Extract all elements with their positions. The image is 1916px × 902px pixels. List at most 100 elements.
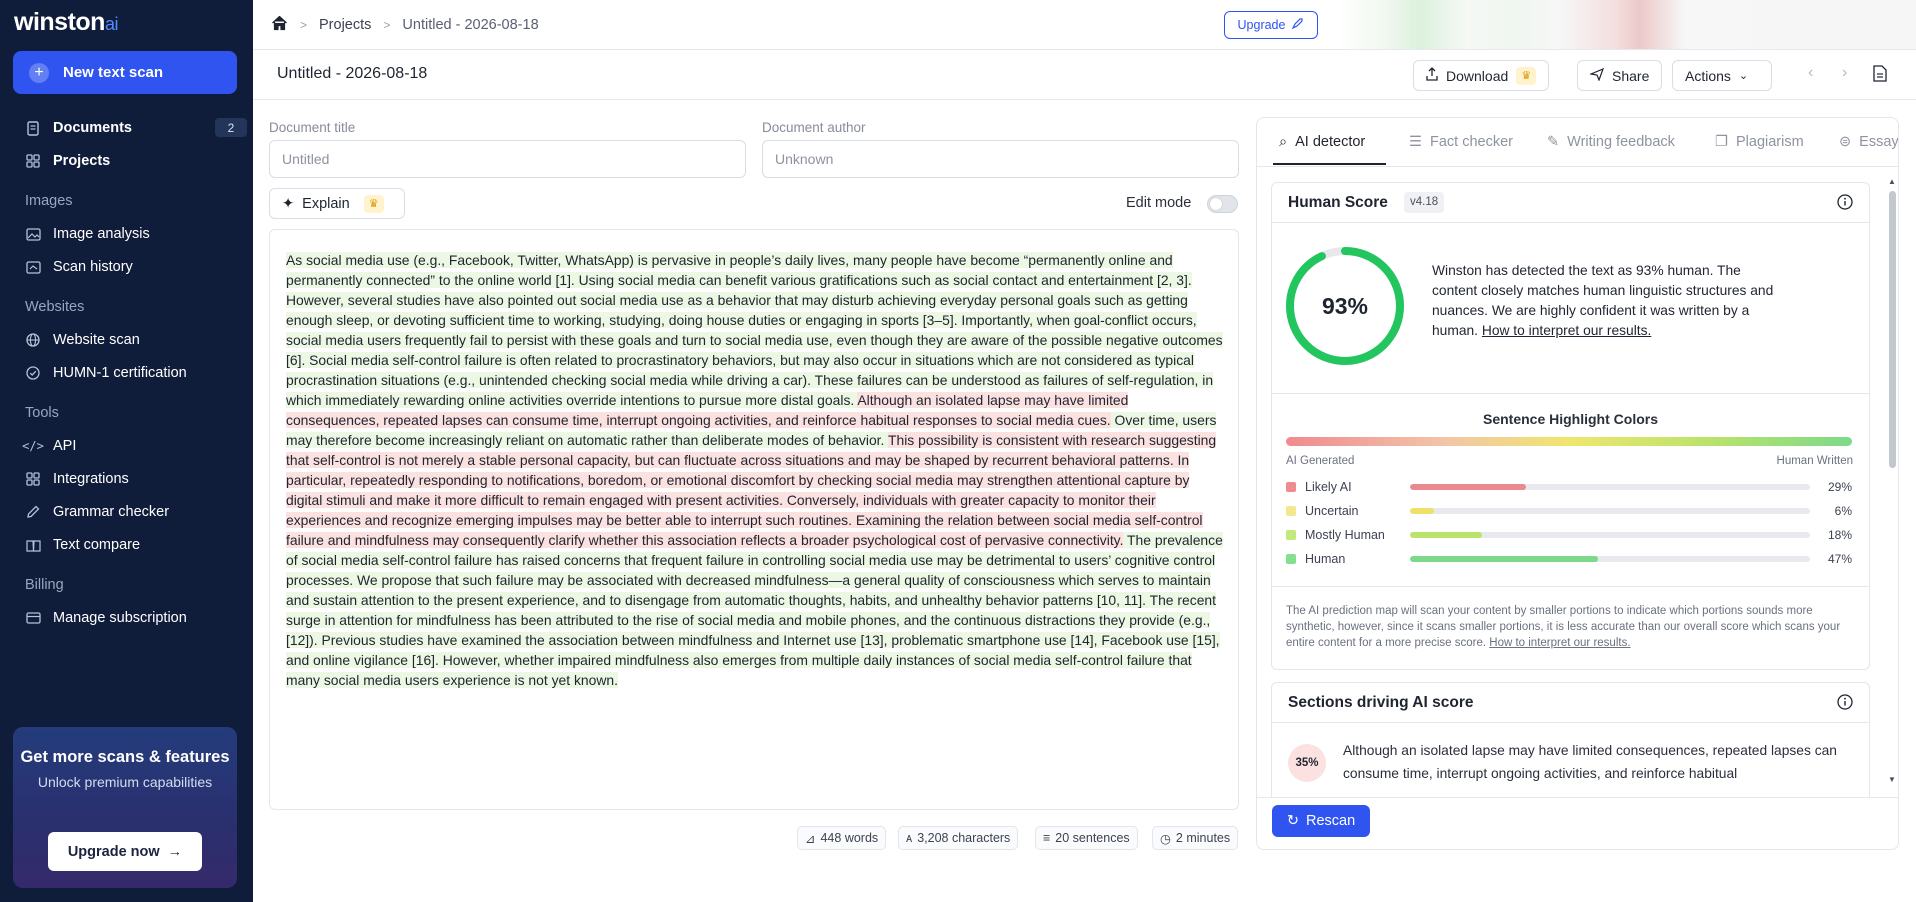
chevron-down-icon: ⌄ xyxy=(1738,70,1749,82)
highlight-label: Mostly Human xyxy=(1305,528,1385,542)
sidebar-item-text-compare[interactable]: Text compare xyxy=(25,534,140,556)
upgrade-now-button[interactable]: Upgrade now → xyxy=(48,832,202,871)
arrow-right-icon: → xyxy=(167,843,183,860)
promo-title: Get more scans & features xyxy=(20,748,230,766)
tab-label: Writing feedback xyxy=(1567,134,1675,150)
sidebar-item-image-analysis[interactable]: Image analysis xyxy=(25,223,150,245)
tab-writing-feedback[interactable]: ✎ Writing feedback xyxy=(1547,134,1675,150)
credit-card-icon xyxy=(25,610,41,626)
color-swatch xyxy=(1286,530,1296,540)
previous-arrow-icon[interactable]: ‹ xyxy=(1808,64,1813,82)
highlight-fill xyxy=(1410,532,1482,538)
new-text-scan-button[interactable]: + New text scan xyxy=(13,51,237,94)
sidebar-item-humn-certification[interactable]: HUMN-1 certification xyxy=(25,362,187,384)
highlight-label: Likely AI xyxy=(1305,480,1352,494)
upgrade-label: Upgrade xyxy=(1237,18,1286,32)
refresh-icon: ↻ xyxy=(1286,813,1299,829)
sidebar-item-label: Integrations xyxy=(53,471,129,487)
highlight-label: Uncertain xyxy=(1305,504,1359,518)
tab-plagiarism[interactable]: ❐ Plagiarism xyxy=(1715,134,1804,150)
sidebar-item-grammar-checker[interactable]: Grammar checker xyxy=(25,501,169,523)
human-highlighted-sentence[interactable]: The prevalence of social media self-cont… xyxy=(286,532,1223,688)
highlight-row: Uncertain 6% xyxy=(1286,503,1852,519)
documents-count-badge: 2 xyxy=(215,118,247,137)
breadcrumb: > Projects > Untitled - 2026-08-18 xyxy=(271,15,539,35)
sparkle-icon: ✦ xyxy=(282,195,295,212)
highlight-fill xyxy=(1410,508,1434,514)
clock-icon: ◷ xyxy=(1160,831,1171,846)
scrollbar-thumb[interactable] xyxy=(1889,191,1896,468)
document-author-input[interactable]: Unknown xyxy=(762,140,1239,178)
pencil-icon xyxy=(25,504,41,520)
human-highlighted-sentence[interactable]: As social media use (e.g., Facebook, Twi… xyxy=(286,252,1223,408)
human-score-percent: 93% xyxy=(1321,292,1369,319)
integrations-icon xyxy=(25,471,41,487)
crown-icon: ♛ xyxy=(1516,66,1537,85)
color-swatch xyxy=(1286,554,1296,564)
sidebar-item-label: Grammar checker xyxy=(53,504,170,520)
explain-label: Explain xyxy=(302,195,350,212)
edit-mode-toggle[interactable] xyxy=(1207,195,1238,213)
reading-time: 2 minutes xyxy=(1175,831,1231,845)
upgrade-now-label: Upgrade now xyxy=(67,843,160,860)
text-size-icon: ᴀ xyxy=(906,831,913,845)
scroll-up-icon[interactable]: ▲ xyxy=(1888,177,1896,186)
sidebar-item-label: Website scan xyxy=(53,332,140,348)
highlight-label: Human xyxy=(1305,552,1346,566)
section-title-websites: Websites xyxy=(25,299,85,315)
tab-essay[interactable]: ⊜ Essay xyxy=(1839,134,1898,150)
winston-logo[interactable]: winstonai xyxy=(14,8,118,37)
sidebar-item-label: Documents xyxy=(53,120,132,136)
rescan-button[interactable]: ↻ Rescan xyxy=(1272,805,1370,837)
explain-button[interactable]: ✦ Explain ♛ xyxy=(269,188,405,219)
info-icon[interactable] xyxy=(1837,694,1853,715)
highlight-gradient-bar xyxy=(1286,437,1852,446)
panel-scrollbar[interactable]: ▲ ▼ xyxy=(1887,177,1897,785)
tab-ai-detector[interactable]: ⌕ AI detector xyxy=(1279,134,1365,150)
reading-time-badge: ◷ 2 minutes xyxy=(1152,826,1239,850)
document-text: As social media use (e.g., Facebook, Twi… xyxy=(286,250,1224,690)
home-icon[interactable] xyxy=(271,15,288,35)
next-arrow-icon[interactable]: › xyxy=(1842,64,1847,82)
info-icon[interactable] xyxy=(1837,194,1853,215)
feather-icon: ✎ xyxy=(1547,134,1560,150)
upgrade-button[interactable]: Upgrade xyxy=(1224,11,1318,39)
share-button[interactable]: Share xyxy=(1577,60,1663,91)
sidebar-item-label: Manage subscription xyxy=(53,610,187,626)
tab-fact-checker[interactable]: ☰ Fact checker xyxy=(1409,134,1513,150)
upgrade-promo-card: Get more scans & features Unlock premium… xyxy=(13,727,237,888)
sections-driving-card: Sections driving AI score 35% Although a… xyxy=(1271,682,1870,797)
sidebar-item-api[interactable]: </> API xyxy=(22,435,76,457)
character-count: 3,208 characters xyxy=(917,831,1011,845)
document-title-label: Document title xyxy=(269,120,356,135)
human-written-label: Human Written xyxy=(1776,455,1853,467)
tab-label: Plagiarism xyxy=(1736,134,1804,150)
document-toolbar: Untitled - 2026-08-18 Download ♛ Share A… xyxy=(253,50,1916,100)
ai-highlighted-sentence[interactable]: This possibility is consistent with rese… xyxy=(286,432,1217,548)
document-title-input[interactable]: Untitled xyxy=(269,140,746,178)
color-swatch xyxy=(1286,482,1296,492)
document-editor[interactable]: As social media use (e.g., Facebook, Twi… xyxy=(269,229,1239,810)
sidebar-item-manage-subscription[interactable]: Manage subscription xyxy=(25,607,187,629)
share-label: Share xyxy=(1612,67,1650,84)
sidebar-item-scan-history[interactable]: Scan history xyxy=(25,256,133,278)
interpret-results-link[interactable]: How to interpret our results. xyxy=(1482,323,1651,338)
document-view-icon[interactable] xyxy=(1873,65,1887,87)
highlight-percent: 47% xyxy=(1827,552,1852,566)
breadcrumb-projects[interactable]: Projects xyxy=(319,17,371,33)
interpret-results-link-2[interactable]: How to interpret our results. xyxy=(1489,637,1630,649)
actions-dropdown[interactable]: Actions ⌄ xyxy=(1672,60,1772,91)
sidebar-item-integrations[interactable]: Integrations xyxy=(25,468,129,490)
download-icon xyxy=(1426,67,1438,84)
checklist-icon: ☰ xyxy=(1409,134,1422,150)
download-button[interactable]: Download ♛ xyxy=(1413,60,1550,91)
section-title-images: Images xyxy=(25,193,73,209)
character-count-badge: ᴀ 3,208 characters xyxy=(898,826,1019,850)
scroll-down-icon[interactable]: ▼ xyxy=(1888,775,1896,784)
promo-subtitle: Unlock premium capabilities xyxy=(37,774,213,790)
section-text[interactable]: Although an isolated lapse may have limi… xyxy=(1343,739,1848,785)
sidebar-item-website-scan[interactable]: Website scan xyxy=(25,329,140,351)
sidebar-item-documents[interactable]: Documents 2 xyxy=(25,117,247,139)
image-icon xyxy=(25,226,41,242)
sidebar-item-projects[interactable]: Projects xyxy=(25,150,110,172)
